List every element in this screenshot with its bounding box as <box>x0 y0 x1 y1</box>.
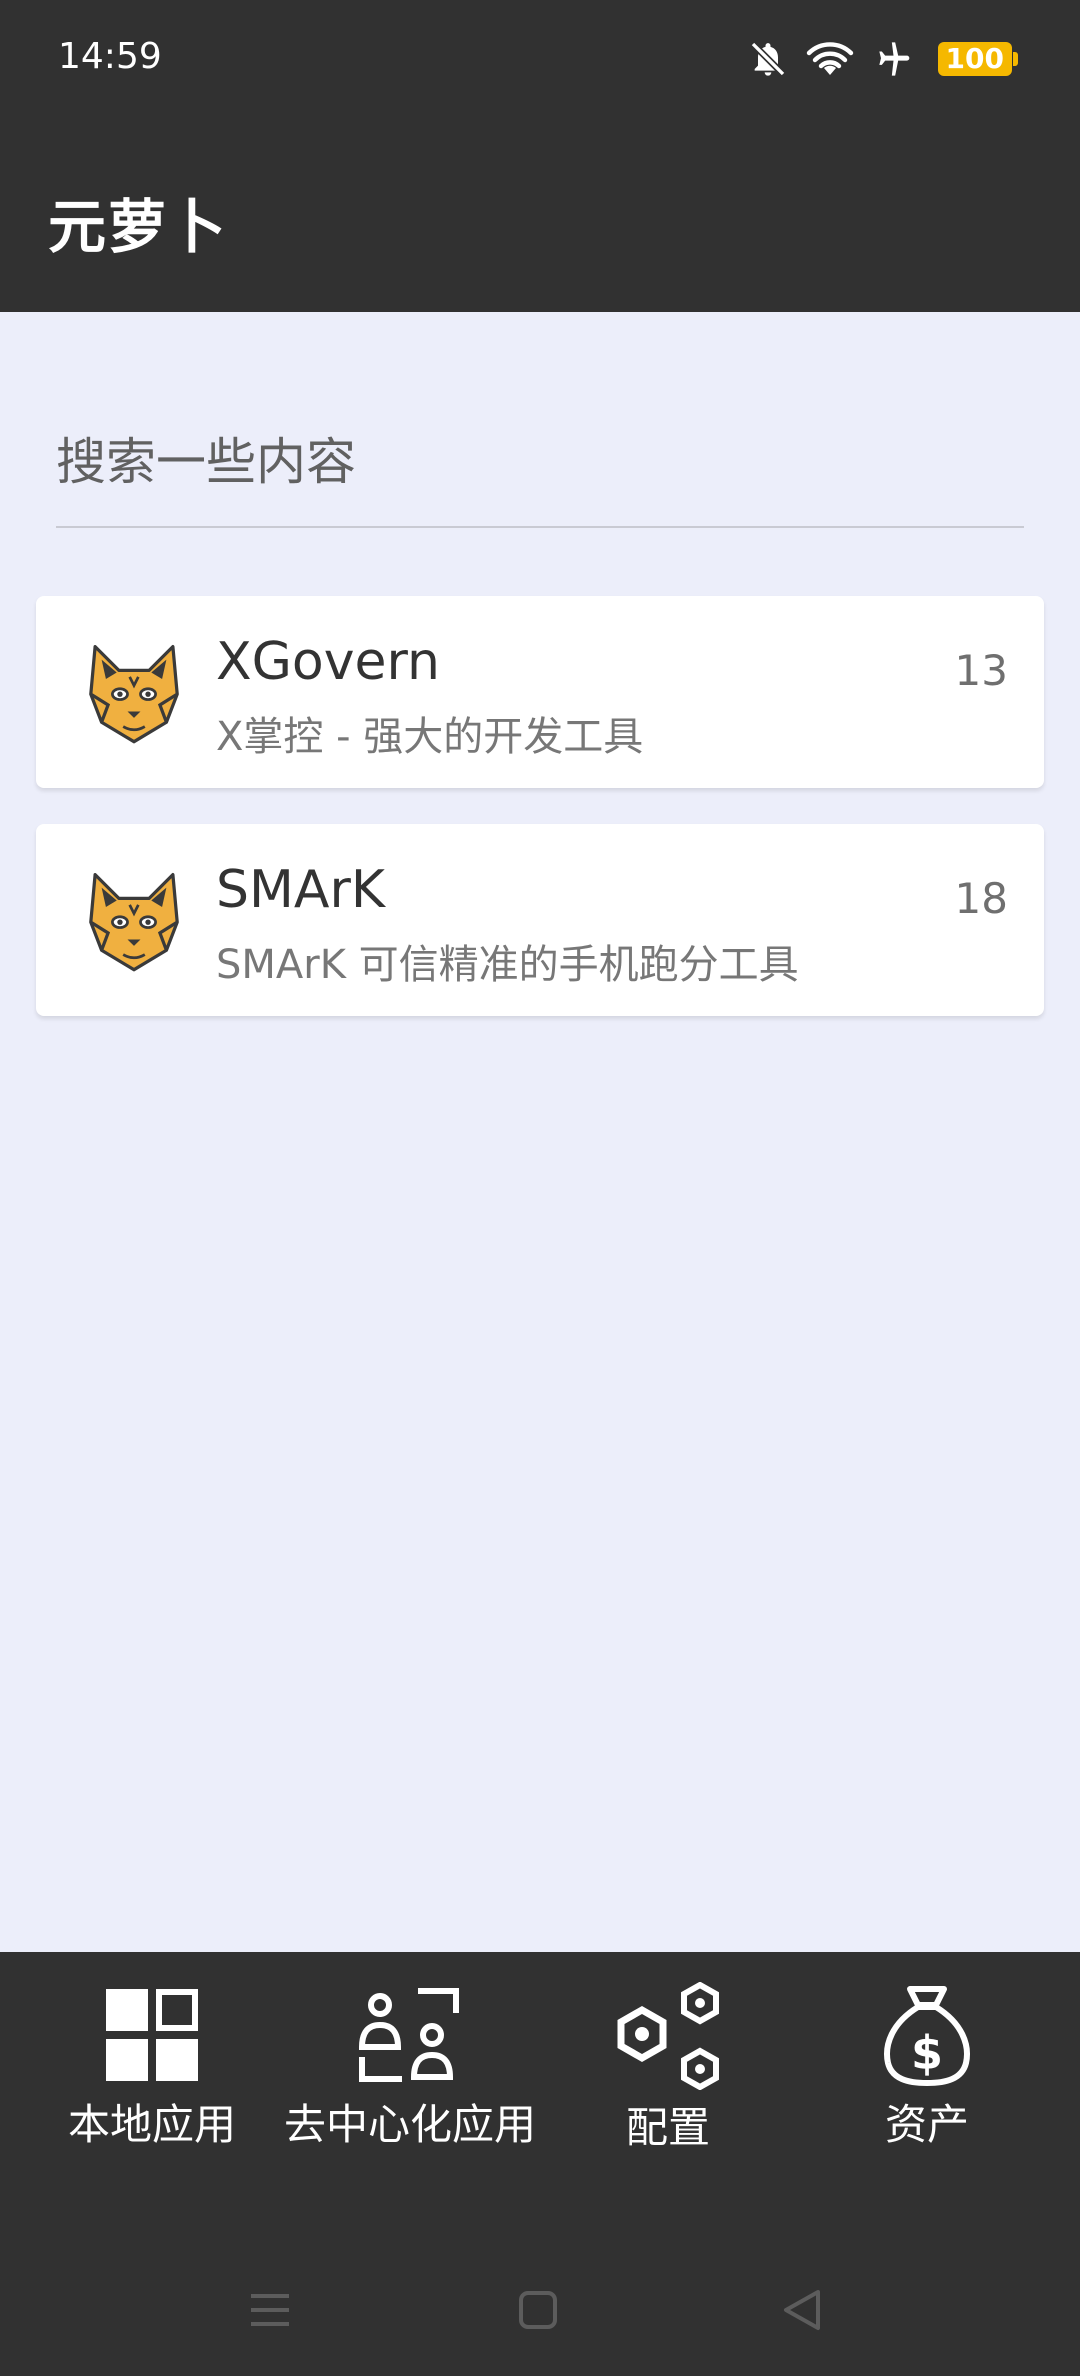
nav-label: 资产 <box>884 2100 969 2149</box>
decentralized-icon <box>358 1982 462 2087</box>
nav-label: 本地应用 <box>67 2100 236 2149</box>
nav-item-assets[interactable]: $ 资产 <box>797 1982 1057 2152</box>
status-time: 14:59 <box>58 36 162 77</box>
app-count: 18 <box>954 874 1008 923</box>
home-icon[interactable] <box>498 2270 578 2350</box>
hexagons-icon <box>610 1982 726 2090</box>
airplane-icon <box>872 39 920 79</box>
nav-item-decentralized-apps[interactable]: 去中心化应用 <box>280 1982 540 2152</box>
grid-icon <box>106 1982 198 2087</box>
bell-off-icon <box>748 39 788 79</box>
menu-icon[interactable] <box>230 2270 310 2350</box>
status-icons: 100 <box>748 32 1019 86</box>
page-title: 元萝卜 <box>48 193 229 261</box>
top-bar: 14:59 100 元萝卜 <box>0 0 1080 312</box>
lynx-icon <box>89 645 179 744</box>
svg-text:$: $ <box>911 2026 943 2080</box>
nav-label: 配置 <box>625 2103 710 2152</box>
lynx-icon <box>89 873 179 972</box>
search-box <box>56 412 1024 528</box>
nav-label: 去中心化应用 <box>283 2100 536 2149</box>
system-nav <box>0 2270 1080 2350</box>
app-title: SMArK <box>216 860 385 920</box>
nav-item-local-apps[interactable]: 本地应用 <box>22 1982 282 2152</box>
app-title: XGovern <box>216 632 440 692</box>
app-card-xgovern[interactable]: XGovern X掌控 - 强大的开发工具 13 <box>36 596 1044 788</box>
app-count: 13 <box>954 646 1008 695</box>
app-card-smark[interactable]: SMArK SMArK 可信精准的手机跑分工具 18 <box>36 824 1044 1016</box>
back-icon[interactable] <box>762 2270 842 2350</box>
wifi-icon <box>806 39 854 79</box>
app-description: SMArK 可信精准的手机跑分工具 <box>216 942 799 988</box>
nav-item-config[interactable]: 配置 <box>538 1982 798 2152</box>
money-bag-icon: $ <box>882 1982 972 2087</box>
search-input[interactable] <box>56 412 1024 512</box>
app-description: X掌控 - 强大的开发工具 <box>216 714 644 760</box>
battery-icon: 100 <box>937 42 1019 76</box>
